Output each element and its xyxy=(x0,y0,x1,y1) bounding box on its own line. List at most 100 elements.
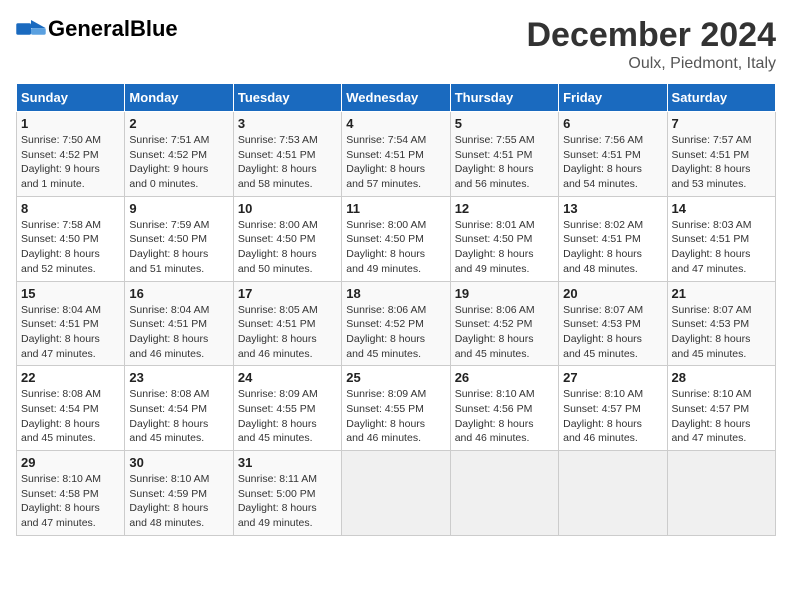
day-info: Sunrise: 8:10 AM Sunset: 4:57 PM Dayligh… xyxy=(672,387,771,446)
logo-icon xyxy=(16,20,46,38)
weekday-tuesday: Tuesday xyxy=(233,84,341,112)
weekday-header-row: SundayMondayTuesdayWednesdayThursdayFrid… xyxy=(17,84,776,112)
calendar-cell: 30 Sunrise: 8:10 AM Sunset: 4:59 PM Dayli… xyxy=(125,451,233,536)
day-info: Sunrise: 7:58 AM Sunset: 4:50 PM Dayligh… xyxy=(21,218,120,277)
day-number: 19 xyxy=(455,286,554,301)
logo: GeneralBlue xyxy=(16,16,178,42)
day-number: 7 xyxy=(672,116,771,131)
day-number: 27 xyxy=(563,370,662,385)
day-number: 3 xyxy=(238,116,337,131)
day-info: Sunrise: 7:50 AM Sunset: 4:52 PM Dayligh… xyxy=(21,133,120,192)
day-number: 25 xyxy=(346,370,445,385)
day-info: Sunrise: 8:05 AM Sunset: 4:51 PM Dayligh… xyxy=(238,303,337,362)
weekday-friday: Friday xyxy=(559,84,667,112)
day-info: Sunrise: 8:07 AM Sunset: 4:53 PM Dayligh… xyxy=(672,303,771,362)
calendar-cell: 9 Sunrise: 7:59 AM Sunset: 4:50 PM Daylig… xyxy=(125,196,233,281)
day-number: 20 xyxy=(563,286,662,301)
calendar-cell: 25 Sunrise: 8:09 AM Sunset: 4:55 PM Dayli… xyxy=(342,366,450,451)
day-info: Sunrise: 8:09 AM Sunset: 4:55 PM Dayligh… xyxy=(238,387,337,446)
calendar-cell: 7 Sunrise: 7:57 AM Sunset: 4:51 PM Daylig… xyxy=(667,112,775,197)
day-number: 13 xyxy=(563,201,662,216)
day-info: Sunrise: 8:04 AM Sunset: 4:51 PM Dayligh… xyxy=(129,303,228,362)
day-info: Sunrise: 8:00 AM Sunset: 4:50 PM Dayligh… xyxy=(238,218,337,277)
day-info: Sunrise: 7:55 AM Sunset: 4:51 PM Dayligh… xyxy=(455,133,554,192)
day-info: Sunrise: 8:06 AM Sunset: 4:52 PM Dayligh… xyxy=(455,303,554,362)
day-info: Sunrise: 8:00 AM Sunset: 4:50 PM Dayligh… xyxy=(346,218,445,277)
day-info: Sunrise: 8:10 AM Sunset: 4:57 PM Dayligh… xyxy=(563,387,662,446)
calendar-cell: 8 Sunrise: 7:58 AM Sunset: 4:50 PM Daylig… xyxy=(17,196,125,281)
day-info: Sunrise: 8:10 AM Sunset: 4:59 PM Dayligh… xyxy=(129,472,228,531)
day-info: Sunrise: 7:54 AM Sunset: 4:51 PM Dayligh… xyxy=(346,133,445,192)
calendar-cell: 19 Sunrise: 8:06 AM Sunset: 4:52 PM Dayli… xyxy=(450,281,558,366)
calendar-cell: 3Sunrise: 7:53 AM Sunset: 4:51 PM Daylig… xyxy=(233,112,341,197)
day-info: Sunrise: 7:57 AM Sunset: 4:51 PM Dayligh… xyxy=(672,133,771,192)
calendar-cell xyxy=(559,451,667,536)
calendar-cell: 1 Sunrise: 7:50 AM Sunset: 4:52 PM Daylig… xyxy=(17,112,125,197)
calendar-cell: 16 Sunrise: 8:04 AM Sunset: 4:51 PM Dayli… xyxy=(125,281,233,366)
day-number: 26 xyxy=(455,370,554,385)
day-number: 2 xyxy=(129,116,228,131)
day-info: Sunrise: 7:59 AM Sunset: 4:50 PM Dayligh… xyxy=(129,218,228,277)
weekday-monday: Monday xyxy=(125,84,233,112)
week-row-2: 8 Sunrise: 7:58 AM Sunset: 4:50 PM Daylig… xyxy=(17,196,776,281)
day-number: 1 xyxy=(21,116,120,131)
calendar-cell xyxy=(450,451,558,536)
calendar-cell: 18Sunrise: 8:06 AM Sunset: 4:52 PM Dayli… xyxy=(342,281,450,366)
calendar-cell: 4 Sunrise: 7:54 AM Sunset: 4:51 PM Daylig… xyxy=(342,112,450,197)
day-number: 29 xyxy=(21,455,120,470)
day-info: Sunrise: 8:10 AM Sunset: 4:56 PM Dayligh… xyxy=(455,387,554,446)
weekday-thursday: Thursday xyxy=(450,84,558,112)
calendar-cell xyxy=(667,451,775,536)
day-number: 15 xyxy=(21,286,120,301)
calendar-cell: 6 Sunrise: 7:56 AM Sunset: 4:51 PM Daylig… xyxy=(559,112,667,197)
day-number: 5 xyxy=(455,116,554,131)
calendar-table: SundayMondayTuesdayWednesdayThursdayFrid… xyxy=(16,83,776,536)
calendar-subtitle: Oulx, Piedmont, Italy xyxy=(526,55,776,73)
day-info: Sunrise: 8:11 AM Sunset: 5:00 PM Dayligh… xyxy=(238,472,337,531)
week-row-3: 15 Sunrise: 8:04 AM Sunset: 4:51 PM Dayli… xyxy=(17,281,776,366)
day-info: Sunrise: 8:03 AM Sunset: 4:51 PM Dayligh… xyxy=(672,218,771,277)
calendar-cell: 13Sunrise: 8:02 AM Sunset: 4:51 PM Dayli… xyxy=(559,196,667,281)
calendar-cell: 12 Sunrise: 8:01 AM Sunset: 4:50 PM Dayli… xyxy=(450,196,558,281)
day-number: 12 xyxy=(455,201,554,216)
day-info: Sunrise: 8:01 AM Sunset: 4:50 PM Dayligh… xyxy=(455,218,554,277)
day-number: 14 xyxy=(672,201,771,216)
day-info: Sunrise: 8:10 AM Sunset: 4:58 PM Dayligh… xyxy=(21,472,120,531)
day-number: 24 xyxy=(238,370,337,385)
day-info: Sunrise: 8:08 AM Sunset: 4:54 PM Dayligh… xyxy=(21,387,120,446)
weekday-sunday: Sunday xyxy=(17,84,125,112)
calendar-cell: 27 Sunrise: 8:10 AM Sunset: 4:57 PM Dayli… xyxy=(559,366,667,451)
calendar-cell: 23 Sunrise: 8:08 AM Sunset: 4:54 PM Dayli… xyxy=(125,366,233,451)
calendar-cell: 28Sunrise: 8:10 AM Sunset: 4:57 PM Dayli… xyxy=(667,366,775,451)
calendar-cell: 22 Sunrise: 8:08 AM Sunset: 4:54 PM Dayli… xyxy=(17,366,125,451)
day-info: Sunrise: 8:08 AM Sunset: 4:54 PM Dayligh… xyxy=(129,387,228,446)
day-number: 9 xyxy=(129,201,228,216)
calendar-cell: 20 Sunrise: 8:07 AM Sunset: 4:53 PM Dayli… xyxy=(559,281,667,366)
day-number: 10 xyxy=(238,201,337,216)
day-number: 11 xyxy=(346,201,445,216)
day-info: Sunrise: 7:51 AM Sunset: 4:52 PM Dayligh… xyxy=(129,133,228,192)
weekday-saturday: Saturday xyxy=(667,84,775,112)
day-number: 23 xyxy=(129,370,228,385)
day-info: Sunrise: 8:09 AM Sunset: 4:55 PM Dayligh… xyxy=(346,387,445,446)
day-number: 17 xyxy=(238,286,337,301)
day-number: 6 xyxy=(563,116,662,131)
calendar-cell: 14 Sunrise: 8:03 AM Sunset: 4:51 PM Dayli… xyxy=(667,196,775,281)
day-number: 30 xyxy=(129,455,228,470)
calendar-cell: 10 Sunrise: 8:00 AM Sunset: 4:50 PM Dayli… xyxy=(233,196,341,281)
day-info: Sunrise: 7:56 AM Sunset: 4:51 PM Dayligh… xyxy=(563,133,662,192)
calendar-cell: 31Sunrise: 8:11 AM Sunset: 5:00 PM Dayli… xyxy=(233,451,341,536)
day-number: 4 xyxy=(346,116,445,131)
week-row-4: 22 Sunrise: 8:08 AM Sunset: 4:54 PM Dayli… xyxy=(17,366,776,451)
week-row-5: 29 Sunrise: 8:10 AM Sunset: 4:58 PM Dayli… xyxy=(17,451,776,536)
day-number: 21 xyxy=(672,286,771,301)
day-number: 8 xyxy=(21,201,120,216)
day-number: 22 xyxy=(21,370,120,385)
calendar-cell: 29 Sunrise: 8:10 AM Sunset: 4:58 PM Dayli… xyxy=(17,451,125,536)
calendar-cell xyxy=(342,451,450,536)
logo-label: GeneralBlue xyxy=(48,16,178,42)
calendar-cell: 5 Sunrise: 7:55 AM Sunset: 4:51 PM Daylig… xyxy=(450,112,558,197)
calendar-title: December 2024 xyxy=(526,16,776,55)
day-number: 16 xyxy=(129,286,228,301)
day-info: Sunrise: 8:07 AM Sunset: 4:53 PM Dayligh… xyxy=(563,303,662,362)
